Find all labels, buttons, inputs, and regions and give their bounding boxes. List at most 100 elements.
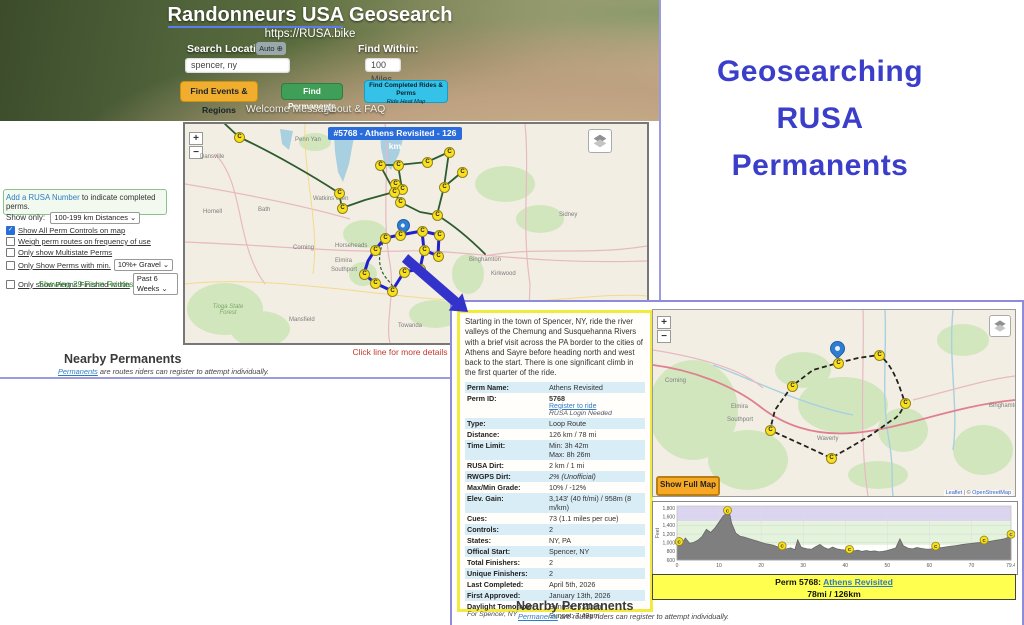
osm-link[interactable]: OpenStreetMap [972,490,1011,496]
perm-banner-distance: 78mi / 126km [653,588,1015,600]
control-marker[interactable]: C [370,278,381,289]
filter-select[interactable]: 10%+ Gravel ⌄ [114,259,173,271]
perm-summary-banner: Perm 5768: Athens Revisited 78mi / 126km [652,574,1016,600]
layers-control-button[interactable] [588,129,612,153]
filter-checkbox[interactable] [6,261,15,270]
detail-row: States:NY, PA [465,535,645,546]
detail-row: Time Limit:Min: 3h 42mMax: 8h 26m [465,440,645,460]
control-marker[interactable]: C [375,160,386,171]
filter-row: Only Show Perms with min.10%+ Gravel ⌄ [6,259,178,271]
svg-text:30: 30 [800,563,806,569]
annotation-arrow [395,250,475,320]
control-marker[interactable]: C [833,358,844,369]
detail-row: Last Completed:April 5th, 2026 [465,579,645,590]
filter-label[interactable]: Only Show Perms with min. [18,261,111,270]
control-marker[interactable]: C [432,210,443,221]
filter-label[interactable]: Show All Perm Controls on map [18,226,125,235]
about-faq-link[interactable]: About & FAQ [324,103,385,115]
control-marker[interactable]: C [380,233,391,244]
show-full-map-button[interactable]: Show Full Map [656,476,720,496]
control-marker[interactable]: C [359,269,370,280]
control-marker[interactable]: C [395,230,406,241]
map-town-label: Kirkwood [491,271,516,277]
perm-banner-route-link[interactable]: Athens Revisited [823,577,893,587]
find-events-button[interactable]: Find Events & Regions [180,81,258,102]
map-town-label: Penn Yan [295,137,321,143]
title-rest: Geosearch [343,4,452,26]
filter-checkbox[interactable]: ✓ [6,226,15,235]
distance-filter-select[interactable]: 100-199 km Distances ⌄ [50,212,140,224]
nearby-sub-text: are routes riders can register to attemp… [558,612,729,621]
detail-row: RWGPS Dirt:2% (Unofficial) [465,471,645,482]
detail-layers-button[interactable] [989,315,1011,337]
map-town-label: Elmira [731,404,748,410]
route-title-banner: #5768 - Athens Revisited - 126 km [328,127,462,140]
control-marker[interactable]: C [444,147,455,158]
control-marker[interactable]: C [417,226,428,237]
control-marker[interactable]: C [439,182,450,193]
add-rusa-number-link[interactable]: Add a RUSA Number [6,193,80,202]
auto-locate-button[interactable]: Auto ⊕ [256,42,286,55]
control-marker[interactable]: C [234,132,245,143]
permanents-link[interactable]: Permanents [518,612,558,621]
filter-label[interactable]: Only show Multistate Perms [18,248,112,257]
svg-text:40: 40 [842,563,848,569]
page-title: Randonneurs USA Geosearch [0,4,620,27]
detail-map[interactable]: + − Show Full Map Leaflet | © OpenStreet… [652,309,1016,497]
find-completed-rides-button[interactable]: Find Completed Rides & Perms Ride Heat M… [364,80,448,103]
control-marker[interactable]: C [334,188,345,199]
welcome-message-link[interactable]: Welcome Message [246,103,335,115]
zoom-in-button[interactable]: + [189,132,203,145]
nearby-permanents-subtitle: Permanents are routes riders can registe… [518,612,729,621]
permanents-link[interactable]: Permanents [58,367,98,376]
control-marker[interactable]: C [434,230,445,241]
filter-checkbox[interactable] [6,248,15,257]
control-marker[interactable]: C [874,350,885,361]
perm-banner-prefix: Perm 5768: [775,577,823,587]
map-town-label: Corning [293,245,314,251]
filter-label[interactable]: Weigh perm routes on frequency of use [18,237,151,246]
find-within-input[interactable]: 100 Miles [365,58,401,72]
leaflet-link[interactable]: Leaflet [946,490,963,496]
chart-control-marker: C [723,506,731,514]
map-town-label: Binghamton [989,403,1016,409]
control-marker[interactable]: C [457,167,468,178]
title-link[interactable]: Randonneurs USA [168,4,344,28]
filter-row: Weigh perm routes on frequency of use [6,237,178,246]
register-to-ride-link[interactable]: Register to ride [549,403,612,410]
svg-text:600: 600 [667,558,676,564]
map-town-label: Dansville [200,154,224,160]
map-town-label: Corning [665,378,686,384]
chart-control-marker: C [845,545,853,553]
control-marker[interactable]: C [787,381,798,392]
map-town-label: Mansfield [289,317,315,323]
control-marker[interactable]: C [826,453,837,464]
detail-zoom-out-button[interactable]: − [657,330,671,343]
control-marker[interactable]: C [370,245,381,256]
detail-zoom-in-button[interactable]: + [657,316,671,329]
svg-text:0: 0 [676,563,679,569]
control-marker[interactable]: C [395,197,406,208]
detail-row: Elev. Gain:3,143' (40 ft/mi) / 958m (8 m… [465,493,645,513]
search-location-input[interactable]: spencer, ny [185,58,290,73]
chevron-down-icon: ⌄ [130,213,136,222]
control-marker[interactable]: C [765,425,776,436]
show-only-row: Show only: 100-199 km Distances ⌄ [6,212,140,224]
control-marker[interactable]: C [900,398,911,409]
map-town-label: Hornell [203,209,222,215]
control-marker[interactable]: C [393,160,404,171]
filter-checkbox[interactable] [6,237,15,246]
svg-text:70: 70 [969,563,975,569]
detail-row: Offical Start:Spencer, NY [465,546,645,557]
chart-control-marker: C [980,536,988,544]
control-marker[interactable]: C [337,203,348,214]
showing-routes-status: Showing 29 Perm Routes [0,279,172,289]
map-town-label: Elmira [335,258,352,264]
map-town-label: Horseheads [335,243,367,249]
route-detail-window: Starting in the town of Spencer, NY, rid… [450,300,1024,625]
find-permanents-button[interactable]: Find Permanents [281,83,343,100]
find-within-label: Find Within: [358,43,419,55]
control-marker[interactable]: C [422,157,433,168]
svg-text:60: 60 [927,563,933,569]
elevation-chart-box: 6008001,0001,2001,4001,6001,800010203040… [652,501,1018,575]
